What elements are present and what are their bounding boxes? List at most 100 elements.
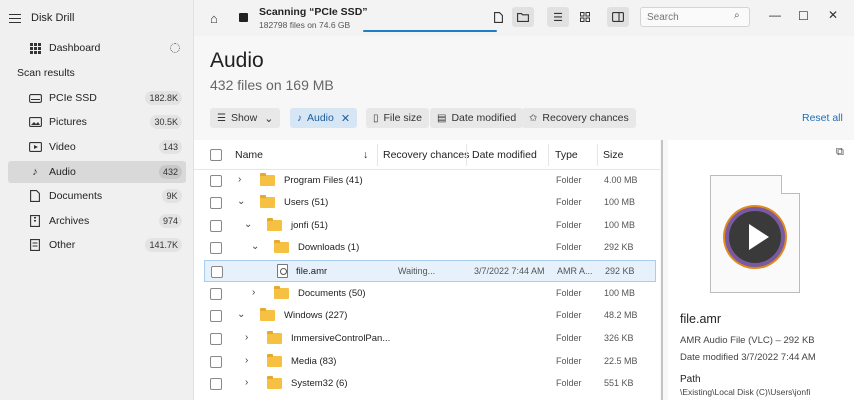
chevron-down-icon[interactable]: ⌄ (237, 196, 245, 207)
home-icon[interactable]: ⌂ (210, 11, 218, 26)
chevron-right-icon[interactable]: › (252, 287, 255, 298)
row-name: jonfi (51) (291, 220, 328, 231)
row-checkbox[interactable] (210, 242, 222, 254)
folder-view-button[interactable] (512, 7, 534, 27)
audio-filter-chip[interactable]: ♪ Audio ✕ (290, 108, 358, 128)
table-row[interactable]: › ImmersiveControlPan... Folder 326 KB (204, 328, 656, 350)
open-external-icon[interactable]: ⧉ (836, 146, 844, 159)
remove-filter-icon[interactable]: ✕ (341, 112, 350, 125)
sidebar-item-label: Documents (49, 190, 103, 202)
music-note-icon: ♪ (297, 112, 302, 124)
vertical-scrollbar[interactable] (661, 140, 663, 400)
drive-icon (28, 93, 42, 103)
row-checkbox[interactable] (210, 333, 222, 345)
chip-label: Recovery chances (542, 112, 629, 124)
table-row[interactable]: › Program Files (41) Folder 4.00 MB (204, 170, 656, 192)
table-row[interactable]: › System32 (6) Folder 551 KB (204, 373, 656, 395)
sidebar-item-video[interactable]: Video 143 (8, 136, 186, 158)
preview-panel-button[interactable] (607, 7, 629, 27)
row-checkbox[interactable] (210, 197, 222, 209)
grid-view-button[interactable] (574, 7, 596, 27)
folder-icon (260, 173, 275, 186)
list-view-button[interactable]: ☰ (547, 7, 569, 27)
row-checkbox[interactable] (210, 175, 222, 187)
chevron-down-icon[interactable]: ⌄ (251, 241, 259, 252)
column-divider[interactable] (377, 144, 378, 166)
show-filter-button[interactable]: ☰ Show ⌄ (210, 108, 281, 128)
chevron-right-icon[interactable]: › (238, 174, 241, 185)
close-icon[interactable]: ✕ (828, 8, 838, 22)
reset-all-link[interactable]: Reset all (802, 112, 843, 124)
chevron-down-icon[interactable]: ⌄ (237, 309, 245, 320)
sidebar-header: Disk Drill (0, 0, 193, 36)
chevron-right-icon[interactable]: › (245, 377, 248, 388)
row-size: 100 MB (604, 197, 636, 207)
column-header-date[interactable]: Date modified (472, 149, 537, 161)
file-preview (710, 175, 800, 293)
sidebar-item-audio[interactable]: ♪ Audio 432 (8, 161, 186, 183)
row-checkbox[interactable] (211, 266, 223, 278)
sort-arrow-down-icon[interactable]: ↓ (363, 149, 368, 161)
folder-icon (267, 218, 282, 231)
row-type: Folder (556, 378, 582, 388)
sidebar-item-documents[interactable]: Documents 9K (8, 185, 186, 207)
chevron-right-icon[interactable]: › (245, 355, 248, 366)
play-icon[interactable] (725, 207, 785, 267)
minimize-icon[interactable]: — (769, 8, 781, 22)
row-name: Program Files (41) (284, 175, 363, 186)
row-checkbox[interactable] (210, 356, 222, 368)
column-divider[interactable] (597, 144, 598, 166)
row-name: Downloads (1) (298, 242, 360, 253)
table-row-selected[interactable]: file.amr Waiting... 3/7/2022 7:44 AM AMR… (204, 260, 656, 282)
sidebar-item-label: Other (49, 239, 76, 251)
sidebar-item-pictures[interactable]: Pictures 30.5K (8, 111, 186, 133)
row-checkbox[interactable] (210, 288, 222, 300)
select-all-checkbox[interactable] (210, 149, 222, 161)
audio-file-icon (277, 264, 288, 278)
file-size-filter-button[interactable]: ▯ File size (366, 108, 430, 128)
folder-icon (267, 376, 282, 389)
table-row[interactable]: › Media (83) Folder 22.5 MB (204, 351, 656, 373)
sidebar-item-other[interactable]: Other 141.7K (8, 234, 186, 256)
date-modified-filter-button[interactable]: ▤ Date modified (430, 108, 524, 128)
count-badge: 974 (158, 214, 182, 228)
folder-icon (274, 240, 289, 253)
sidebar-item-dashboard[interactable]: Dashboard (8, 37, 186, 59)
row-checkbox[interactable] (210, 378, 222, 390)
search-icon[interactable]: ⌕ (734, 10, 740, 21)
folder-icon (267, 331, 282, 344)
table-row[interactable]: ⌄ jonfi (51) Folder 100 MB (204, 215, 656, 237)
hamburger-menu-icon[interactable] (9, 13, 21, 23)
row-type: Folder (556, 310, 582, 320)
row-date: 3/7/2022 7:44 AM (474, 266, 545, 276)
column-divider[interactable] (548, 144, 549, 166)
table-row[interactable]: ⌄ Downloads (1) Folder 292 KB (204, 237, 656, 259)
sidebar-item-archives[interactable]: Archives 974 (8, 210, 186, 232)
sidebar-item-pcie-ssd[interactable]: PCIe SSD 182.8K (8, 87, 186, 109)
row-name: System32 (6) (291, 378, 348, 389)
row-checkbox[interactable] (210, 220, 222, 232)
column-divider[interactable] (466, 144, 467, 166)
chevron-down-icon: ⌄ (264, 112, 274, 125)
row-type: Folder (556, 356, 582, 366)
row-checkbox[interactable] (210, 310, 222, 322)
table-row[interactable]: › Documents (50) Folder 100 MB (204, 283, 656, 305)
stop-scan-icon[interactable] (239, 13, 248, 22)
column-header-name[interactable]: Name (235, 149, 263, 161)
count-badge: 9K (162, 189, 182, 203)
column-header-type[interactable]: Type (555, 149, 578, 161)
maximize-icon[interactable]: ☐ (798, 9, 809, 23)
details-path-label: Path (680, 374, 701, 385)
table-row[interactable]: ⌄ Windows (227) Folder 48.2 MB (204, 305, 656, 327)
folder-icon (267, 354, 282, 367)
recovery-chances-filter-button[interactable]: ✩ Recovery chances (522, 108, 636, 128)
table-row[interactable]: ⌄ Users (51) Folder 100 MB (204, 192, 656, 214)
file-view-button[interactable] (487, 7, 509, 27)
chevron-down-icon[interactable]: ⌄ (244, 219, 252, 230)
column-header-size[interactable]: Size (603, 149, 623, 161)
file-size-icon: ▯ (373, 112, 379, 124)
row-size: 292 KB (604, 242, 634, 252)
chevron-right-icon[interactable]: › (245, 332, 248, 343)
column-header-recovery[interactable]: Recovery chances (383, 149, 469, 161)
sidebar: Disk Drill Dashboard Scan results PCIe S… (0, 0, 194, 400)
